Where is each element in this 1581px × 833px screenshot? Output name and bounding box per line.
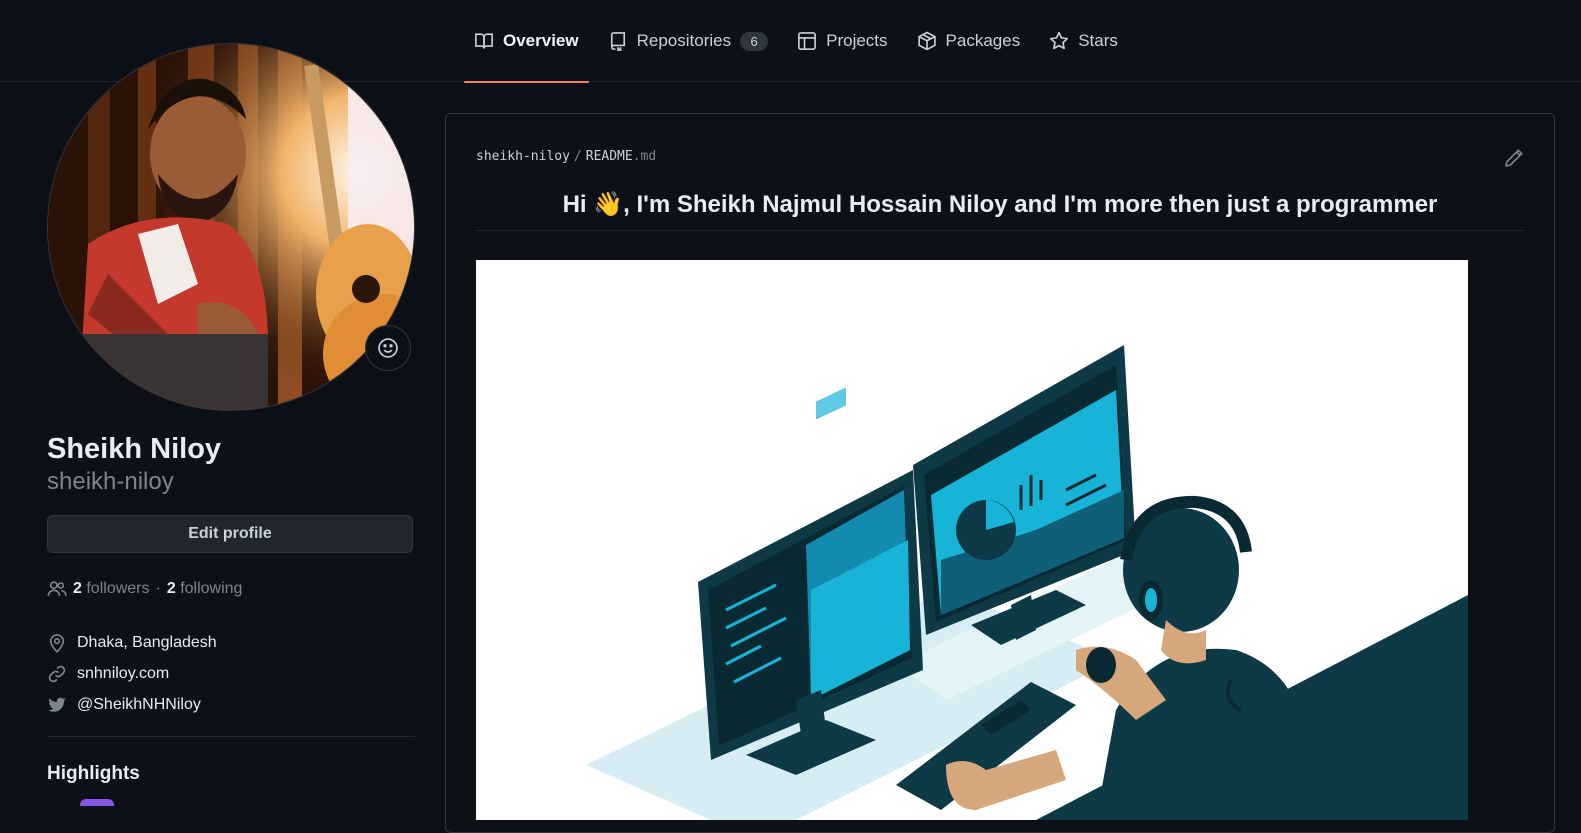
readme-heading: Hi 👋, I'm Sheikh Najmul Hossain Niloy an… [476, 187, 1524, 231]
link-icon [48, 665, 66, 682]
profile-readme: sheikh-niloy / README.md Hi 👋, I'm Sheikh … [445, 113, 1555, 833]
following-link[interactable]: 2 following [167, 580, 243, 598]
twitter-link[interactable]: @SheikhNHNiloy [77, 696, 201, 714]
follow-stats: 2 followers · 2 following [47, 579, 415, 599]
smiley-icon [378, 338, 398, 358]
pencil-icon[interactable] [1504, 148, 1524, 168]
package-icon [917, 31, 936, 51]
readme-path: sheikh-niloy / README.md [476, 149, 656, 164]
location-item: Dhaka, Bangladesh [47, 627, 415, 658]
readme-file-base[interactable]: README [586, 149, 633, 164]
location-text: Dhaka, Bangladesh [77, 633, 217, 651]
location-icon [49, 633, 65, 653]
set-status-button[interactable] [365, 325, 411, 371]
highlight-badge [80, 799, 114, 806]
twitter-icon [48, 697, 66, 712]
tab-repositories-label: Repositories [636, 31, 732, 50]
website-link[interactable]: snhniloy.com [77, 665, 169, 683]
highlights-heading: Highlights [47, 763, 140, 784]
tab-repositories[interactable]: Repositories 6 [598, 0, 779, 82]
readme-path-separator: / [573, 149, 582, 164]
tab-packages-label: Packages [945, 31, 1021, 50]
avatar-photo [48, 44, 414, 410]
twitter-item: @SheikhNHNiloy [47, 689, 415, 720]
followers-label: followers [86, 580, 150, 597]
repo-icon [610, 32, 625, 51]
tab-stars[interactable]: Stars [1039, 0, 1128, 82]
readme-owner-link[interactable]: sheikh-niloy [476, 149, 570, 164]
avatar[interactable] [47, 43, 415, 411]
profile-full-name: Sheikh Niloy [47, 433, 222, 465]
profile-tabs: Overview Repositories 6 Projects Package… [464, 0, 1137, 83]
readme-file-ext: .md [632, 149, 657, 164]
tab-packages[interactable]: Packages [907, 0, 1031, 82]
followers-link[interactable]: 2 followers [73, 580, 150, 598]
follow-separator: · [155, 580, 161, 597]
book-icon [475, 33, 493, 49]
people-icon [47, 581, 67, 596]
profile-sidebar: Sheikh Niloy sheikh-niloy Edit profile 2… [47, 43, 415, 785]
profile-details: Dhaka, Bangladesh snhniloy.com @SheikhNH… [47, 627, 415, 720]
following-count: 2 [166, 580, 176, 597]
tab-overview[interactable]: Overview [464, 0, 589, 83]
profile-username: sheikh-niloy [47, 468, 174, 495]
tab-projects-label: Projects [826, 31, 888, 50]
website-item: snhniloy.com [47, 658, 415, 689]
tab-overview-label: Overview [503, 31, 579, 50]
sidebar-divider [47, 736, 415, 737]
table-icon [798, 32, 817, 50]
followers-count: 2 [73, 580, 82, 597]
star-icon [1050, 31, 1069, 50]
following-label: following [180, 580, 243, 597]
tab-stars-label: Stars [1078, 31, 1118, 50]
tab-projects[interactable]: Projects [787, 0, 897, 82]
readme-illustration [476, 260, 1468, 820]
edit-profile-button[interactable]: Edit profile [47, 515, 413, 553]
programmer-illustration [586, 345, 1468, 820]
repositories-count-badge: 6 [740, 31, 769, 51]
